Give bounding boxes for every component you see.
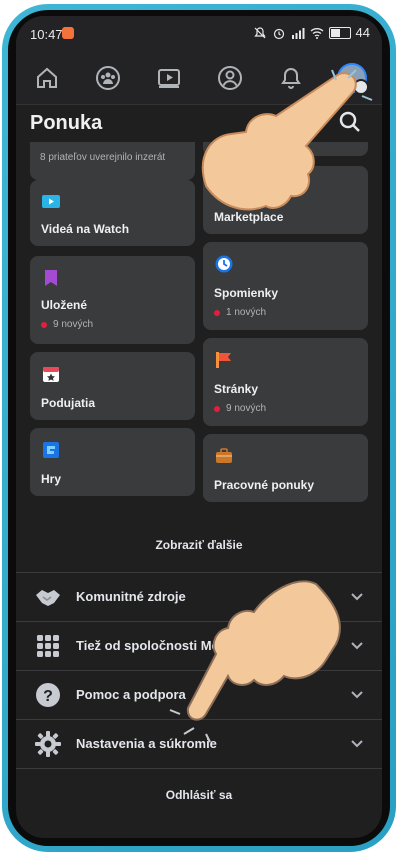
status-icons: 44 (253, 25, 370, 40)
signal-icon (291, 27, 305, 39)
memories-icon (215, 255, 233, 273)
card-memories[interactable]: Spomienky 1 nových (203, 242, 368, 330)
card-label: Podujatia (41, 396, 96, 410)
nav-home[interactable] (25, 58, 69, 98)
card-games[interactable]: Hry (30, 428, 195, 496)
pages-icon (216, 352, 231, 368)
badge-text: 9 nových (226, 403, 267, 414)
video-icon (157, 69, 180, 88)
card-pages[interactable]: Stránky 9 nových (203, 338, 368, 426)
card-label: Hry (41, 472, 62, 486)
help-icon: ? (36, 683, 60, 707)
grid-icon (37, 635, 59, 657)
card-badge: 1 nových (214, 307, 266, 318)
card-label: Pracovné ponuky (214, 478, 315, 492)
notification-dot (214, 309, 220, 316)
card-label: Spomienky (214, 286, 279, 300)
gear-icon (35, 731, 61, 757)
notification-app-icon (62, 27, 74, 39)
card-subtitle: 8 priateľov uverejnilo inzerát (40, 152, 166, 163)
nav-groups[interactable] (86, 58, 130, 98)
marketplace-friends-card[interactable]: 8 priateľov uverejnilo inzerát (30, 142, 195, 180)
battery-icon (328, 26, 351, 39)
jobs-icon (216, 448, 232, 463)
status-bar: 10:47 44 (16, 16, 382, 52)
notification-dot (41, 321, 47, 328)
divider (16, 768, 382, 769)
events-icon (43, 367, 59, 382)
badge-text: 1 nových (226, 307, 267, 318)
card-label: Stránky (214, 382, 259, 396)
page-title: Ponuka (30, 112, 103, 134)
saved-icon (45, 270, 57, 286)
screen: 10:47 44 Ponuka 8 priateľov uverejnilo i… (16, 16, 382, 838)
notification-dot (214, 405, 220, 412)
card-saved[interactable]: Uložené 9 nových (30, 256, 195, 344)
badge-text: 9 nových (53, 319, 94, 330)
watch-icon (42, 195, 60, 208)
nav-watch[interactable] (147, 58, 191, 98)
logout-button[interactable]: Odhlásiť sa (16, 788, 382, 802)
card-badge: 9 nových (214, 403, 266, 414)
alarm-icon (273, 28, 284, 39)
mute-icon (253, 26, 266, 38)
card-events[interactable]: Podujatia (30, 352, 195, 420)
battery-level: 44 (355, 25, 370, 40)
handshake-icon (36, 590, 60, 606)
home-icon (36, 67, 57, 88)
card-label: Uložené (41, 298, 88, 312)
wifi-icon (310, 27, 323, 39)
svg-text:?: ? (43, 688, 53, 705)
pointing-hand-icon (201, 69, 373, 211)
card-watch[interactable]: Videá na Watch (30, 180, 195, 246)
card-badge: 9 nových (41, 319, 93, 330)
card-label: Videá na Watch (41, 222, 130, 236)
groups-icon (95, 66, 120, 90)
see-more-button[interactable]: Zobraziť ďalšie (30, 528, 368, 562)
games-icon (43, 442, 59, 458)
card-jobs[interactable]: Pracovné ponuky (203, 434, 368, 502)
pointing-hand-icon (169, 580, 341, 743)
status-time: 10:47 (30, 27, 63, 42)
